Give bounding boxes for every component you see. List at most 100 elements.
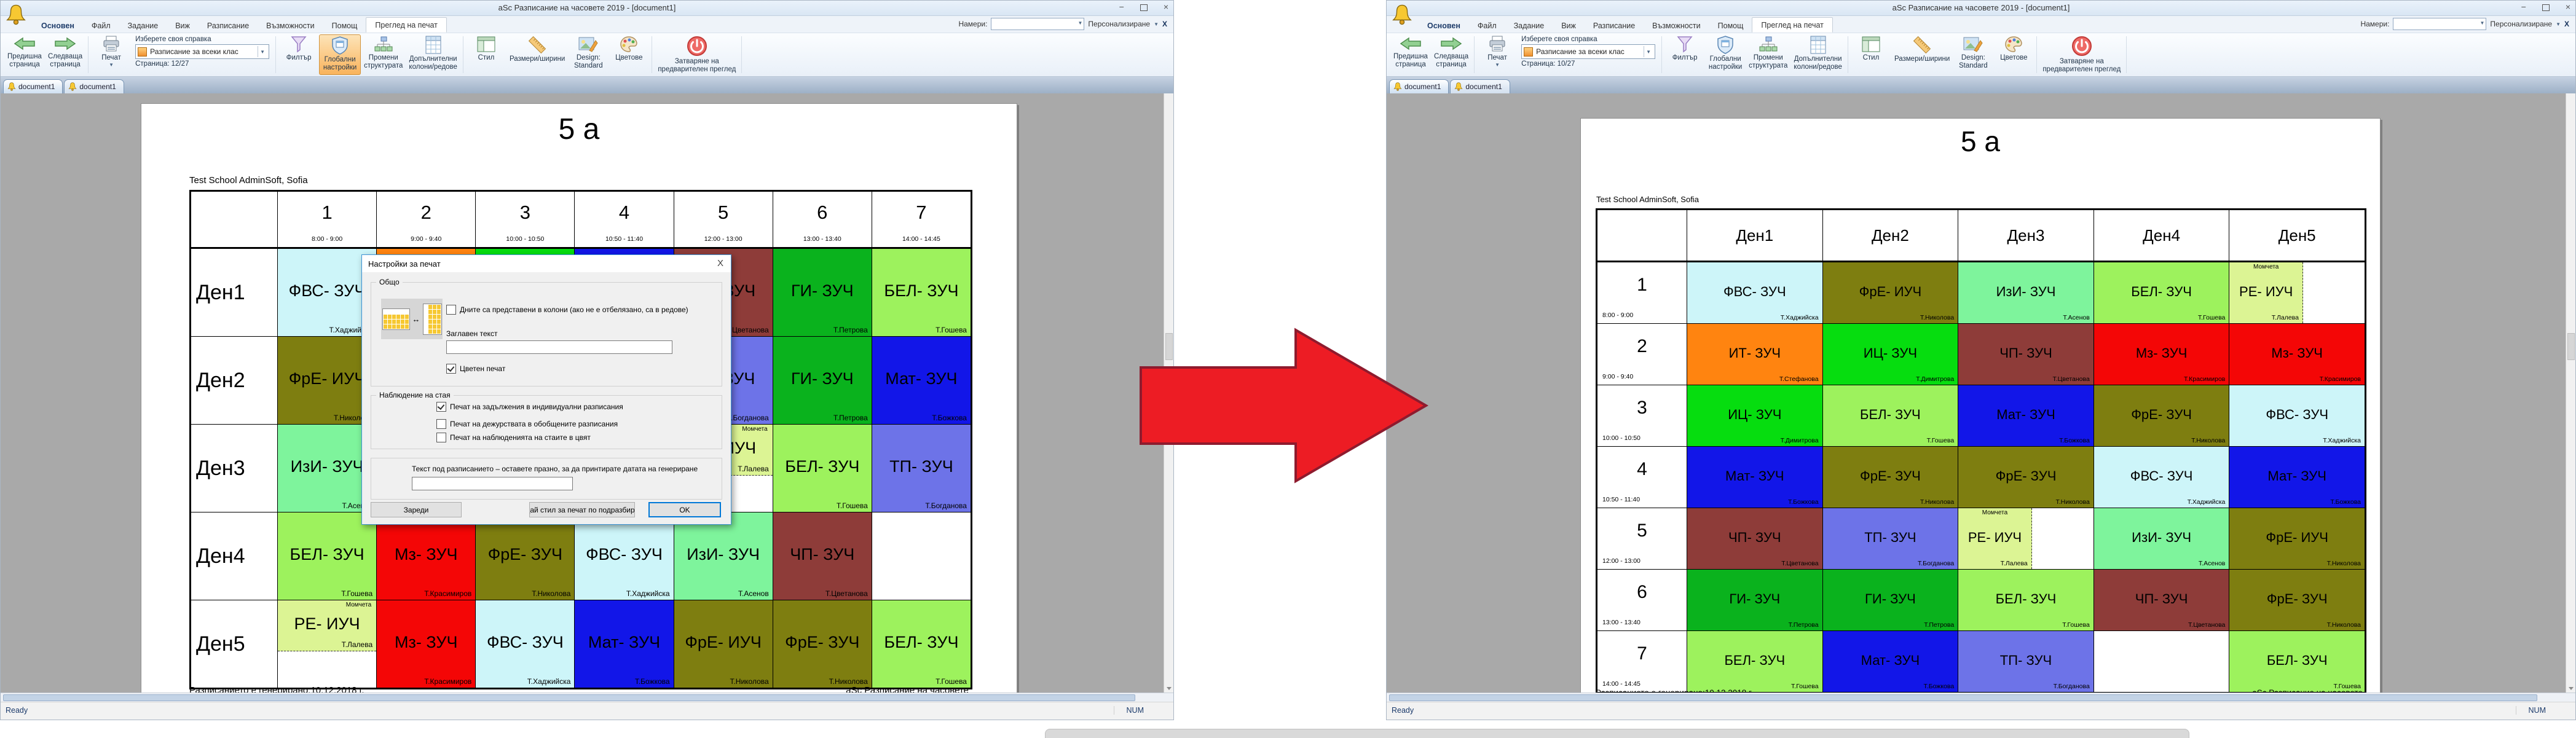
change-structure-button[interactable]: Промени структурата [1746,34,1790,75]
checkbox-icon[interactable] [436,433,446,442]
tab-zadanie[interactable]: Задание [1505,18,1553,33]
minimize-button[interactable]: − [1119,2,1124,12]
close-preview-button[interactable]: Затваряне на предварителен преглед [2039,34,2124,75]
document-tab[interactable]: document1 [1389,79,1449,93]
filter-button[interactable]: Филтър [1664,34,1705,75]
checkbox-supervision[interactable]: Печат на дежурствата в обобщените разпис… [436,419,618,429]
report-combo[interactable]: Разписание за всеки клас ▼ [1521,44,1655,59]
tab-zadanie[interactable]: Задание [119,18,167,33]
checkbox-color-print[interactable]: Цветен печат [446,364,505,374]
close-button[interactable]: × [1164,2,1168,12]
tab-vazmozhnosti[interactable]: Възможности [258,18,323,33]
period-time: 8:00 - 9:00 [278,235,376,243]
shield-icon [1717,36,1734,54]
chevron-down-icon[interactable]: ▼ [1644,46,1653,57]
minimize-button[interactable]: − [2521,2,2526,12]
horizontal-scrollbar[interactable] [1387,693,2575,702]
chevron-down-icon[interactable]: ▼ [1154,22,1159,27]
checkbox-days-in-columns[interactable]: Дните са представени в колони (ако не е … [446,305,688,315]
colors-button[interactable]: Цветове [609,34,649,75]
prev-page-button[interactable]: Предишна страница [1390,34,1431,75]
personalize-menu[interactable]: Персонализиране [2490,20,2552,28]
find-input[interactable]: ▼ [991,18,1084,30]
title-text-input[interactable] [446,340,672,354]
personalize-menu[interactable]: Персонализиране [1088,20,1150,28]
restore-button[interactable] [2542,4,2550,11]
tab-vizh[interactable]: Виж [1553,18,1585,33]
tab-pregled-na-pechat[interactable]: Преглед на печат [1752,17,1832,33]
period-number: 5 [674,202,773,224]
personalize-close[interactable]: X [1162,20,1167,28]
report-combo[interactable]: Разписание за всеки клас ▼ [135,44,269,59]
print-button[interactable]: Печат ▼ [91,34,132,75]
prev-page-button[interactable]: Предишна страница [4,34,45,75]
change-structure-button[interactable]: Промени структурата [361,34,406,75]
design-button[interactable]: Design: Standard [568,34,609,75]
next-page-button[interactable]: Следваща страница [1431,34,1471,75]
lesson-teacher: Т.Николова [532,589,570,598]
colors-button[interactable]: Цветове [1993,34,2034,75]
sizes-widths-button[interactable]: Размери/ширини [1891,34,1953,75]
style-button[interactable]: Стил [466,34,506,75]
tab-fail[interactable]: Файл [83,18,119,33]
extra-columns-button[interactable]: Допълнителни колони/редове [1790,34,1845,75]
document-tab[interactable]: document1 [3,79,63,93]
print-button[interactable]: Печат ▼ [1477,34,1518,75]
horizontal-scrollbar[interactable] [1,693,1173,702]
checkbox-checked-icon[interactable] [436,402,446,412]
scrollbar-down-arrow[interactable] [1167,687,1172,690]
lesson-teacher: Т.Цветанова [2188,621,2225,629]
tab-razpisanie[interactable]: Разписание [1585,18,1644,33]
tab-vizh[interactable]: Виж [167,18,199,33]
restore-button[interactable] [1140,4,1148,11]
dialog-close-icon[interactable]: X [717,258,723,269]
load-button[interactable]: Зареди [371,502,462,517]
checkbox-duties[interactable]: Печат на задължения в индивидуални разпи… [436,402,623,412]
scrollbar-thumb[interactable] [1389,694,2537,701]
checkbox-checked-icon[interactable] [446,364,456,374]
tab-osnoven[interactable]: Основен [1419,18,1469,33]
tab-razpisanie[interactable]: Разписание [199,18,258,33]
chevron-down-icon[interactable]: ▼ [2480,20,2485,26]
chevron-down-icon[interactable]: ▼ [258,46,267,57]
find-input[interactable]: ▼ [2393,18,2486,30]
sizes-widths-button[interactable]: Размери/ширини [506,34,568,75]
global-settings-button[interactable]: Глобални настройки [1705,34,1746,75]
extra-columns-button[interactable]: Допълнителни колони/редове [406,34,460,75]
checkbox-icon[interactable] [446,305,456,315]
checkbox-room-colors[interactable]: Печат на наблюденията на стаите в цвят [436,433,591,442]
tab-pomosht[interactable]: Помощ [323,18,366,33]
next-page-button[interactable]: Следваща страница [45,34,85,75]
footer-text-input[interactable] [412,477,573,490]
filter-button[interactable]: Филтър [278,34,319,75]
style-button[interactable]: Стил [1851,34,1891,75]
personalize-close[interactable]: X [2564,20,2569,28]
tab-fail[interactable]: Файл [1469,18,1505,33]
tab-vazmozhnosti[interactable]: Възможности [1644,18,1709,33]
period-header: 613:00 - 13:40 [773,192,872,248]
global-settings-button[interactable]: Глобални настройки [319,34,361,75]
scrollbar-down-arrow[interactable] [2569,687,2574,690]
close-preview-button[interactable]: Затваряне на предварителен преглед [655,34,739,75]
close-button[interactable]: × [2566,2,2570,12]
scrollbar-thumb[interactable] [3,694,1135,701]
scrollbar-thumb[interactable] [2567,333,2575,360]
vertical-scrollbar[interactable] [1164,93,1173,693]
scrollbar-thumb[interactable] [1165,333,1173,360]
chevron-down-icon[interactable]: ▼ [1078,20,1083,26]
checkbox-icon[interactable] [436,419,446,429]
chevron-down-icon[interactable]: ▼ [2556,22,2561,27]
document-tab[interactable]: document1 [64,79,124,93]
app-bell-icon[interactable] [1392,2,1412,28]
set-default-style-button[interactable]: Задай стил за печат по подразбиране [529,502,635,517]
tab-pomosht[interactable]: Помощ [1709,18,1752,33]
app-bell-icon[interactable] [6,2,26,28]
document-tab[interactable]: document1 [1450,79,1510,93]
ok-button[interactable]: OK [648,502,721,517]
design-button[interactable]: Design: Standard [1953,34,1993,75]
palette-icon [620,36,638,53]
vertical-scrollbar[interactable] [2566,93,2575,693]
tab-pregled-na-pechat[interactable]: Преглед на печат [366,17,446,33]
tab-osnoven[interactable]: Основен [33,18,83,33]
orientation-preview-icon: ↔ [381,299,443,339]
